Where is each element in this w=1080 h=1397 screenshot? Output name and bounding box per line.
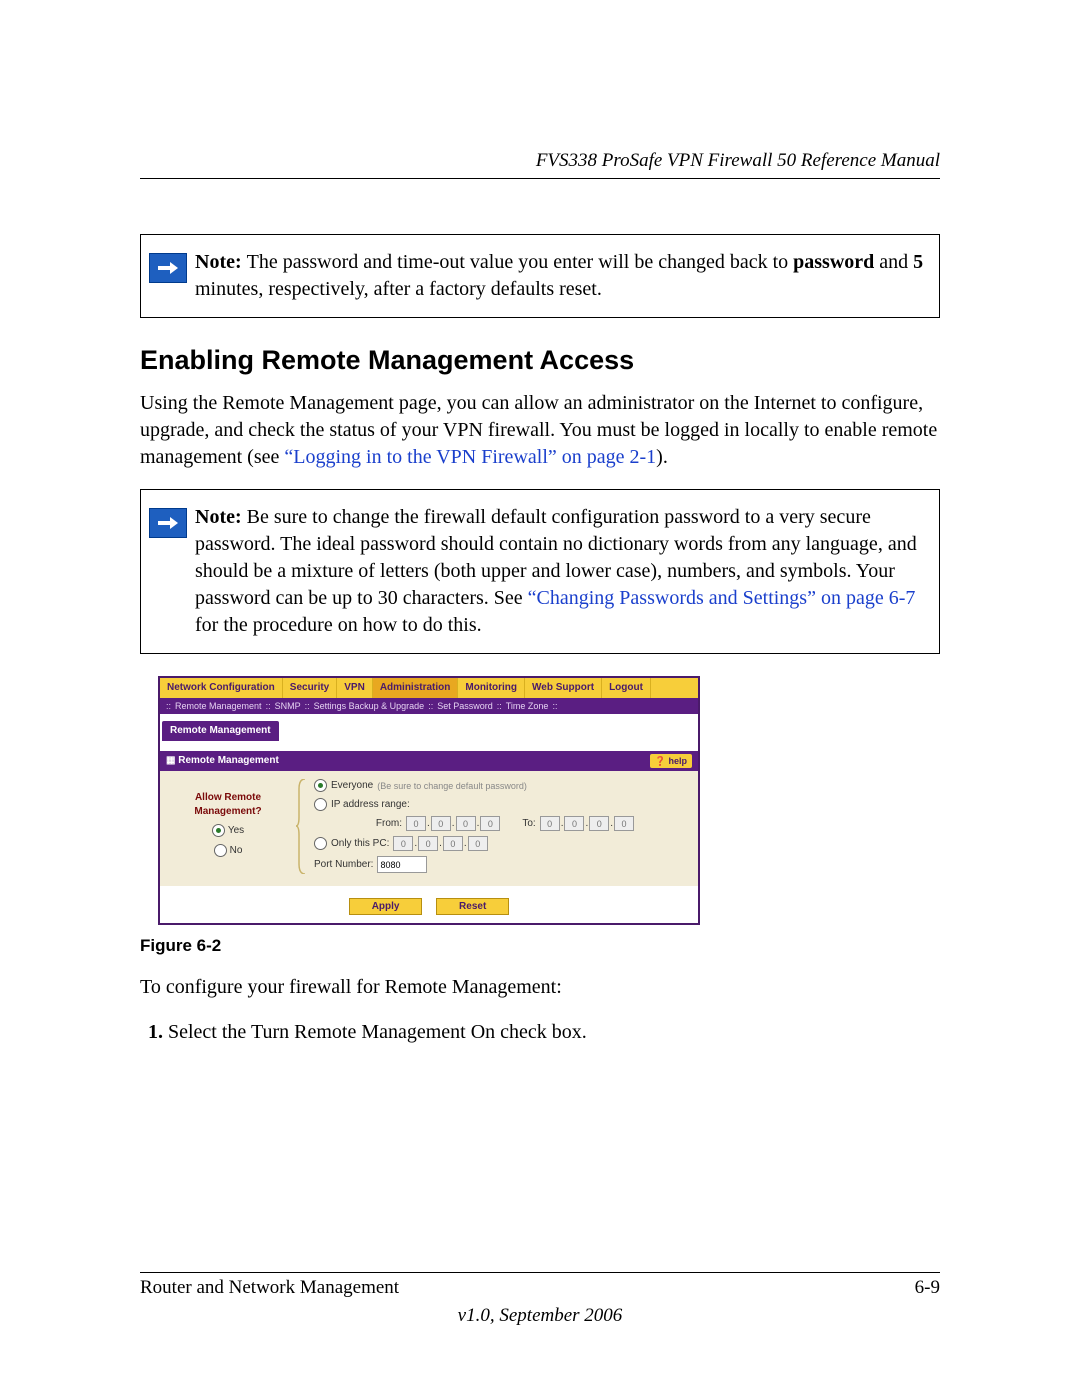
manual-title: FVS338 ProSafe VPN Firewall 50 Reference… (140, 150, 940, 172)
brace-icon (296, 779, 306, 878)
top-nav: Network Configuration Security VPN Admin… (160, 678, 698, 698)
allow-remote-group: Allow Remote Management? Yes No (168, 779, 288, 878)
arrow-right-icon (149, 253, 187, 283)
nav-logout[interactable]: Logout (602, 678, 651, 698)
note-box-2: Note: Be sure to change the firewall def… (140, 489, 940, 654)
port-label: Port Number: (314, 858, 373, 872)
help-button[interactable]: ❓ help (650, 754, 692, 768)
remote-management-ui: Network Configuration Security VPN Admin… (158, 676, 700, 925)
link-logging-in[interactable]: “Logging in to the VPN Firewall” on page… (284, 446, 656, 468)
note-2-text: Note: Be sure to change the firewall def… (195, 490, 939, 653)
page-footer: Router and Network Management 6-9 v1.0, … (140, 1272, 940, 1327)
panel-title: ▦ Remote Management (166, 754, 279, 768)
nav-network-config[interactable]: Network Configuration (160, 678, 283, 698)
radio-scope-onlypc[interactable]: Only this PC: ... (314, 836, 690, 851)
nav-monitoring[interactable]: Monitoring (458, 678, 525, 698)
footer-chapter: Router and Network Management (140, 1277, 399, 1299)
radio-allow-no[interactable]: No (168, 844, 288, 858)
radio-scope-everyone[interactable]: Everyone (Be sure to change default pass… (314, 779, 690, 793)
panel-header: ▦ Remote Management ❓ help (160, 751, 698, 771)
ip-from-input[interactable]: ... (406, 816, 500, 831)
figure-caption: Figure 6-2 (140, 935, 940, 958)
nav-administration[interactable]: Administration (373, 678, 459, 698)
step-1: Select the Turn Remote Management On che… (168, 1019, 940, 1046)
ip-to-input[interactable]: ... (540, 816, 634, 831)
nav-web-support[interactable]: Web Support (525, 678, 602, 698)
radio-allow-yes[interactable]: Yes (168, 824, 288, 838)
port-input[interactable] (377, 856, 427, 873)
note-1-text: Note: The password and time-out value yo… (195, 235, 939, 317)
subnav-snmp[interactable]: SNMP (275, 700, 301, 712)
radio-scope-iprange[interactable]: IP address range: (314, 798, 690, 812)
from-label: From: (332, 817, 402, 831)
sub-nav: :: Remote Management :: SNMP :: Settings… (160, 698, 698, 714)
subnav-set-password[interactable]: Set Password (437, 700, 493, 712)
footer-page-number: 6-9 (915, 1277, 940, 1299)
apply-button[interactable]: Apply (349, 898, 423, 915)
page-header: FVS338 ProSafe VPN Firewall 50 Reference… (140, 150, 940, 179)
arrow-right-icon (149, 508, 187, 538)
nav-vpn[interactable]: VPN (337, 678, 373, 698)
section-heading: Enabling Remote Management Access (140, 342, 940, 378)
note-box-1: Note: The password and time-out value yo… (140, 234, 940, 318)
to-label: To: (522, 817, 535, 831)
subnav-remote-management[interactable]: Remote Management (175, 700, 262, 712)
reset-button[interactable]: Reset (436, 898, 509, 915)
ip-only-input[interactable]: ... (393, 836, 487, 851)
subnav-time-zone[interactable]: Time Zone (506, 700, 549, 712)
tab-remote-management[interactable]: Remote Management (162, 721, 279, 741)
intro-paragraph: Using the Remote Management page, you ca… (140, 390, 940, 471)
link-changing-passwords[interactable]: “Changing Passwords and Settings” on pag… (528, 587, 916, 609)
nav-security[interactable]: Security (283, 678, 337, 698)
configure-intro: To configure your firewall for Remote Ma… (140, 974, 940, 1001)
footer-version: v1.0, September 2006 (140, 1305, 940, 1327)
panel-body: Allow Remote Management? Yes No Everyone (160, 771, 698, 886)
header-rule (140, 178, 940, 179)
subnav-backup-upgrade[interactable]: Settings Backup & Upgrade (314, 700, 425, 712)
